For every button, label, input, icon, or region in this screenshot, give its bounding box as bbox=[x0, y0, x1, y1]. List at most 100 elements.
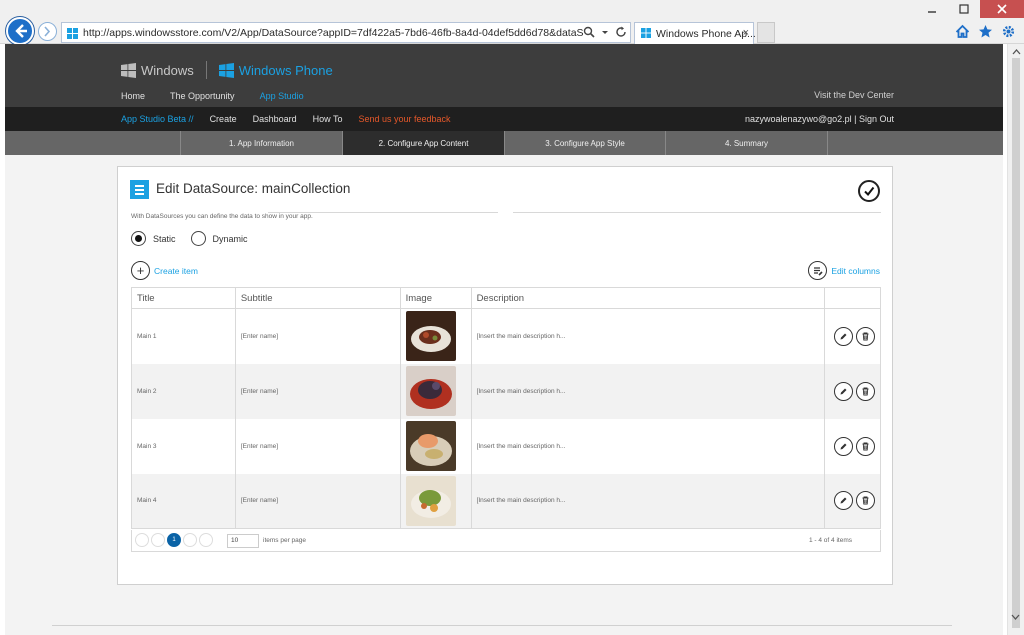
nav-opportunity-link[interactable]: The Opportunity bbox=[170, 91, 235, 101]
app-studio-beta-link[interactable]: App Studio Beta // bbox=[121, 114, 194, 124]
create-item-button[interactable]: + Create item bbox=[131, 261, 198, 280]
step-spacer-right bbox=[828, 131, 1003, 155]
edit-row-button[interactable] bbox=[834, 326, 854, 346]
back-button[interactable] bbox=[6, 17, 34, 45]
food-photo-thumbnail bbox=[405, 475, 456, 526]
browser-toolbar: http://apps.windowsstore.com/V2/App/Data… bbox=[0, 0, 1024, 45]
checkmark-icon bbox=[864, 186, 875, 197]
confirm-button[interactable] bbox=[858, 180, 880, 202]
radio-dynamic[interactable] bbox=[190, 231, 206, 246]
account-signout[interactable]: nazywoalenazywo@go2.pl | Sign Out bbox=[745, 114, 894, 124]
divider bbox=[268, 212, 498, 213]
step-spacer-left bbox=[5, 131, 181, 155]
trash-icon bbox=[862, 442, 869, 450]
cell-title: Main 2 bbox=[131, 363, 236, 419]
step-label: 2. Configure App Content bbox=[378, 138, 469, 148]
tab-close-icon[interactable]: × bbox=[743, 27, 749, 39]
nav-home-link[interactable]: Home bbox=[121, 91, 145, 101]
last-page-button[interactable] bbox=[199, 533, 213, 547]
cell-image bbox=[400, 418, 472, 474]
forward-button[interactable] bbox=[38, 22, 57, 41]
pencil-icon bbox=[840, 497, 847, 504]
windows-logo-icon bbox=[67, 28, 78, 39]
step-label: 4. Summary bbox=[724, 138, 769, 148]
dashboard-link[interactable]: Dashboard bbox=[253, 114, 297, 124]
vertical-scrollbar[interactable] bbox=[1007, 44, 1024, 635]
forward-arrow-icon bbox=[44, 26, 51, 37]
page-size-input[interactable]: 10 bbox=[227, 534, 259, 548]
url-text[interactable]: http://apps.windowsstore.com/V2/App/Data… bbox=[83, 27, 583, 39]
step-app-information[interactable]: 1. App Information bbox=[181, 131, 343, 155]
address-bar[interactable]: http://apps.windowsstore.com/V2/App/Data… bbox=[61, 22, 631, 43]
current-page-button[interactable]: 1 bbox=[167, 533, 181, 547]
dropdown-arrow-icon[interactable] bbox=[601, 26, 609, 38]
favorites-star-icon[interactable] bbox=[978, 24, 993, 39]
close-icon bbox=[997, 4, 1007, 14]
search-icon[interactable] bbox=[583, 26, 595, 38]
page-buttons: 1 bbox=[135, 533, 213, 547]
food-photo-thumbnail bbox=[405, 311, 456, 362]
cell-title: Main 1 bbox=[131, 308, 236, 364]
cell-title: Main 4 bbox=[131, 473, 236, 529]
brand-windows-phone-text: Windows Phone bbox=[238, 62, 333, 78]
edit-row-button[interactable] bbox=[834, 381, 854, 401]
edit-row-button[interactable] bbox=[834, 436, 854, 456]
edit-columns-button[interactable]: Edit columns bbox=[808, 261, 880, 280]
scroll-up-icon[interactable] bbox=[1012, 48, 1021, 55]
column-header-subtitle[interactable]: Subtitle bbox=[235, 287, 401, 309]
column-header-image[interactable]: Image bbox=[400, 287, 472, 309]
feedback-link[interactable]: Send us your feedback bbox=[358, 114, 450, 124]
tab-favicon-icon bbox=[641, 28, 651, 38]
create-link[interactable]: Create bbox=[210, 114, 237, 124]
close-window-button[interactable] bbox=[980, 0, 1024, 18]
step-configure-app-style[interactable]: 3. Configure App Style bbox=[505, 131, 666, 155]
next-page-button[interactable] bbox=[183, 533, 197, 547]
top-nav: Home The Opportunity App Studio bbox=[121, 91, 304, 101]
pencil-icon bbox=[840, 443, 847, 449]
page-title: Edit DataSource: mainCollection bbox=[156, 181, 351, 196]
prev-page-button[interactable] bbox=[151, 533, 165, 547]
delete-row-button[interactable] bbox=[856, 381, 876, 401]
pagination-bar: 1 10 items per page 1 - 4 of 4 items bbox=[131, 530, 881, 552]
browser-tab[interactable]: Windows Phone Ap... × bbox=[634, 22, 756, 44]
howto-link[interactable]: How To bbox=[313, 114, 343, 124]
delete-row-button[interactable] bbox=[856, 491, 876, 511]
radio-static[interactable] bbox=[131, 231, 146, 246]
edit-row-button[interactable] bbox=[834, 491, 854, 511]
trash-icon bbox=[862, 496, 869, 505]
table-row[interactable]: Main 2 [Enter name] [Insert the main des… bbox=[131, 363, 881, 419]
settings-gear-icon[interactable] bbox=[1001, 24, 1016, 39]
cell-subtitle: [Enter name] bbox=[235, 363, 401, 419]
radio-static-label[interactable]: Static bbox=[153, 234, 176, 244]
step-configure-app-content[interactable]: 2. Configure App Content bbox=[343, 131, 505, 155]
cell-subtitle: [Enter name] bbox=[235, 473, 401, 529]
home-icon[interactable] bbox=[955, 24, 970, 39]
edit-columns-icon bbox=[808, 261, 828, 280]
table-row[interactable]: Main 1 [Enter name] [Insert the main des… bbox=[131, 308, 881, 364]
scroll-thumb[interactable] bbox=[1012, 58, 1020, 628]
table-row[interactable]: Main 3 [Enter name] [Insert the main des… bbox=[131, 418, 881, 474]
cell-title: Main 3 bbox=[131, 418, 236, 474]
nav-app-studio-link[interactable]: App Studio bbox=[260, 91, 304, 101]
minimize-icon bbox=[928, 11, 936, 13]
maximize-button[interactable] bbox=[948, 0, 980, 18]
minimize-button[interactable] bbox=[916, 0, 948, 18]
refresh-icon[interactable] bbox=[615, 26, 627, 38]
table-row[interactable]: Main 4 [Enter name] [Insert the main des… bbox=[131, 473, 881, 529]
panel-description: With DataSources you can define the data… bbox=[131, 213, 313, 220]
delete-row-button[interactable] bbox=[856, 436, 876, 456]
new-tab-button[interactable] bbox=[757, 22, 775, 43]
step-label: 1. App Information bbox=[229, 138, 294, 148]
brand-logos[interactable]: Windows Windows Phone bbox=[121, 61, 333, 79]
first-page-button[interactable] bbox=[135, 533, 149, 547]
column-header-description[interactable]: Description bbox=[471, 287, 825, 309]
step-summary[interactable]: 4. Summary bbox=[666, 131, 828, 155]
scroll-down-icon[interactable] bbox=[1011, 614, 1020, 621]
radio-dynamic-label[interactable]: Dynamic bbox=[213, 234, 248, 244]
dev-center-link[interactable]: Visit the Dev Center bbox=[814, 90, 894, 100]
delete-row-button[interactable] bbox=[856, 326, 876, 346]
datasource-panel: Edit DataSource: mainCollection With Dat… bbox=[117, 166, 893, 585]
column-header-title[interactable]: Title bbox=[131, 287, 236, 309]
trash-icon bbox=[862, 387, 869, 395]
divider bbox=[52, 625, 952, 626]
